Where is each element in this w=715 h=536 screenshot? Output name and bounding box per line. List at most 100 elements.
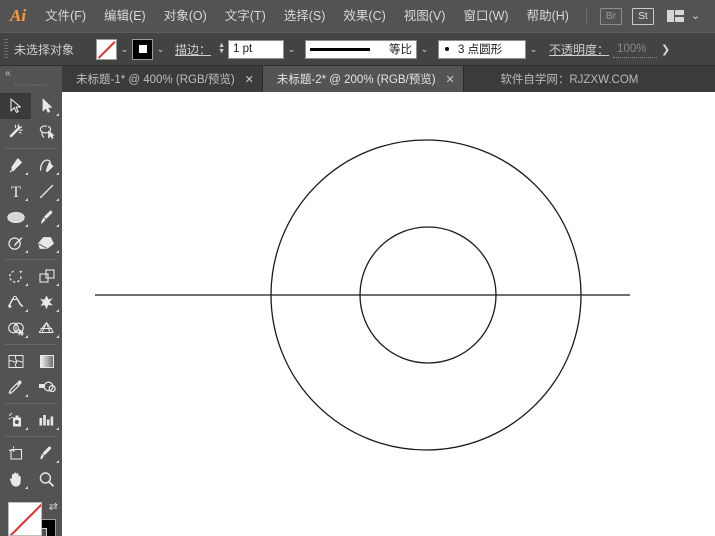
pen-tool[interactable] [0,152,31,178]
tool-flyout-corner-icon[interactable] [25,172,28,175]
fill-dropdown-icon[interactable]: ⌄ [117,39,132,59]
tool-flyout-corner-icon[interactable] [56,427,59,430]
slice-tool[interactable] [31,440,62,466]
stroke-dropdown-icon[interactable]: ⌄ [153,39,168,59]
stroke-profile-select[interactable]: 等比 [305,39,418,59]
control-bar-grip[interactable] [4,39,8,59]
tool-flyout-corner-icon[interactable] [25,427,28,430]
shape-builder-tool[interactable] [0,315,31,341]
menu-file[interactable]: 文件(F) [36,0,95,32]
lasso-tool[interactable] [31,119,62,145]
stroke-profile-dropdown-icon[interactable]: ⌄ [417,39,432,59]
stroke-weight-input[interactable]: 1 pt [228,39,285,59]
stock-button[interactable]: St [631,7,654,25]
stroke-label[interactable]: 描边： [175,41,211,58]
tools-divider [5,436,57,437]
tool-flyout-corner-icon[interactable] [56,283,59,286]
opacity-input[interactable]: 100% [613,40,658,58]
menubar-divider [585,7,587,25]
tool-flyout-corner-icon[interactable] [25,486,28,489]
svg-text:T: T [11,184,21,200]
blend-tool[interactable] [31,374,62,400]
close-icon[interactable]: ✕ [245,73,254,86]
tool-flyout-corner-icon[interactable] [56,172,59,175]
tool-flyout-corner-icon[interactable] [56,113,59,116]
document-tab-1[interactable]: 未标题-1* @ 400% (RGB/预览) ✕ [62,66,263,92]
curvature-tool[interactable] [31,152,62,178]
tool-flyout-corner-icon[interactable] [25,283,28,286]
tool-flyout-corner-icon[interactable] [25,198,28,201]
arrange-documents-icon[interactable] [666,10,684,22]
tools-grid: T [0,93,62,492]
symbol-sprayer-tool[interactable] [0,407,31,433]
stroke-profile-preview-icon [310,47,371,51]
fill-swatch[interactable] [96,38,118,60]
type-tool[interactable]: T [0,178,31,204]
document-tab-1-title: 未标题-1* @ 400% (RGB/预览) [76,74,235,86]
chevron-down-icon[interactable]: ⌄ [691,0,700,32]
selection-tool[interactable] [0,93,31,119]
eyedropper-tool[interactable] [0,374,31,400]
tool-flyout-corner-icon[interactable] [56,224,59,227]
scale-tool[interactable] [31,263,62,289]
stroke-weight-dropdown-icon[interactable]: ⌄ [284,39,299,59]
tools-panel-grip[interactable] [14,80,48,90]
opacity-panel-arrow-icon[interactable]: ❯ [661,43,670,56]
illustrator-window: Ai 文件(F) 编辑(E) 对象(O) 文字(T) 选择(S) 效果(C) 视… [0,0,715,536]
ai-logo: Ai [10,6,27,25]
paintbrush-tool[interactable] [31,204,62,230]
brush-definition-label: 3 点圆形 [458,44,503,56]
rotate-tool[interactable] [0,263,31,289]
free-transform-tool[interactable] [31,289,62,315]
tool-flyout-corner-icon[interactable] [25,224,28,227]
watermark-text: 软件自学网：RJZXW.COM [463,66,715,92]
opacity-label[interactable]: 不透明度： [549,41,609,58]
tool-flyout-corner-icon[interactable] [56,460,59,463]
magic-wand-tool[interactable] [0,119,31,145]
menu-window[interactable]: 窗口(W) [454,0,517,32]
bridge-button[interactable]: Br [599,7,622,25]
tool-flyout-corner-icon[interactable] [25,309,28,312]
direct-selection-tool[interactable] [31,93,62,119]
menu-object[interactable]: 对象(O) [155,0,216,32]
close-icon[interactable]: ✕ [446,73,455,86]
document-tab-2[interactable]: 未标题-2* @ 200% (RGB/预览) ✕ [262,66,464,92]
tool-flyout-corner-icon[interactable] [56,335,59,338]
stepper-down-icon[interactable]: ▼ [218,48,225,55]
line-segment-tool[interactable] [31,178,62,204]
mesh-tool[interactable] [0,348,31,374]
menu-select[interactable]: 选择(S) [275,0,335,32]
menu-edit[interactable]: 编辑(E) [95,0,155,32]
eraser-tool[interactable] [31,230,62,256]
column-graph-tool[interactable] [31,407,62,433]
shaper-tool[interactable] [0,230,31,256]
zoom-tool[interactable] [31,466,62,492]
brush-dropdown-icon[interactable]: ⌄ [526,39,541,59]
collapse-panel-icon[interactable]: « [0,66,62,80]
width-tool[interactable] [0,289,31,315]
stroke-profile-label: 等比 [389,44,413,56]
control-bar: 未选择对象 ⌄ ⌄ 描边： ▲ ▼ 1 pt ⌄ 等比 ⌄ 3 点圆形 ⌄ 不透… [0,32,715,66]
menu-view[interactable]: 视图(V) [395,0,455,32]
menu-effect[interactable]: 效果(C) [334,0,394,32]
gradient-tool[interactable] [31,348,62,374]
tool-flyout-corner-icon[interactable] [25,335,28,338]
artwork [95,139,630,451]
tool-flyout-corner-icon[interactable] [56,309,59,312]
tool-flyout-corner-icon[interactable] [56,198,59,201]
brush-definition-select[interactable]: 3 点圆形 [438,39,527,59]
menu-help[interactable]: 帮助(H) [518,0,578,32]
stroke-weight-stepper[interactable]: ▲ ▼ [216,42,227,55]
tool-flyout-corner-icon[interactable] [56,250,59,253]
toolbar-fill-swatch[interactable] [8,502,42,536]
perspective-grid-tool[interactable] [31,315,62,341]
tool-flyout-corner-icon[interactable] [25,250,28,253]
artboard-tool[interactable] [0,440,31,466]
artboard-canvas[interactable] [62,92,715,536]
ellipse-tool[interactable] [0,204,31,230]
menu-type[interactable]: 文字(T) [216,0,275,32]
hand-tool[interactable] [0,466,31,492]
tool-flyout-corner-icon[interactable] [25,394,28,397]
stroke-swatch[interactable] [132,38,154,60]
swap-fill-stroke-icon[interactable]: ⇄ [49,500,58,513]
